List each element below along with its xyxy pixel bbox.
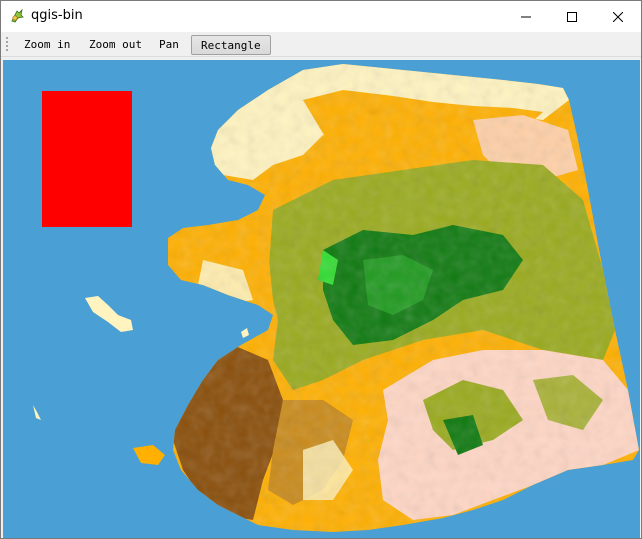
island-st-lawrence (85, 296, 133, 332)
zoom-in-button[interactable]: Zoom in (24, 35, 70, 55)
island-sledge (241, 328, 249, 338)
close-icon (613, 11, 623, 22)
window-title: qgis-bin (31, 8, 83, 23)
rectangle-button[interactable]: Rectangle (191, 35, 271, 55)
title-bar[interactable]: qgis-bin (1, 1, 641, 32)
minimize-button[interactable] (503, 1, 549, 32)
island-small (33, 405, 41, 420)
map-toolbar: Zoom in Zoom out Pan Rectangle (1, 32, 641, 57)
toolbar-grip-handle[interactable] (5, 36, 9, 53)
selection-rectangle[interactable] (42, 91, 132, 227)
pan-button[interactable]: Pan (159, 35, 179, 55)
close-button[interactable] (595, 1, 641, 32)
qgis-logo-icon (11, 8, 24, 23)
map-canvas[interactable] (3, 60, 640, 538)
zoom-out-button[interactable]: Zoom out (89, 35, 142, 55)
minimize-icon (521, 16, 531, 17)
island-nunivak (133, 445, 165, 465)
app-window: qgis-bin Zoom in Zoom out Pan Rectangle (0, 0, 642, 539)
maximize-button[interactable] (549, 1, 595, 32)
maximize-icon (567, 11, 577, 22)
alaska-landcover-map (33, 64, 639, 532)
